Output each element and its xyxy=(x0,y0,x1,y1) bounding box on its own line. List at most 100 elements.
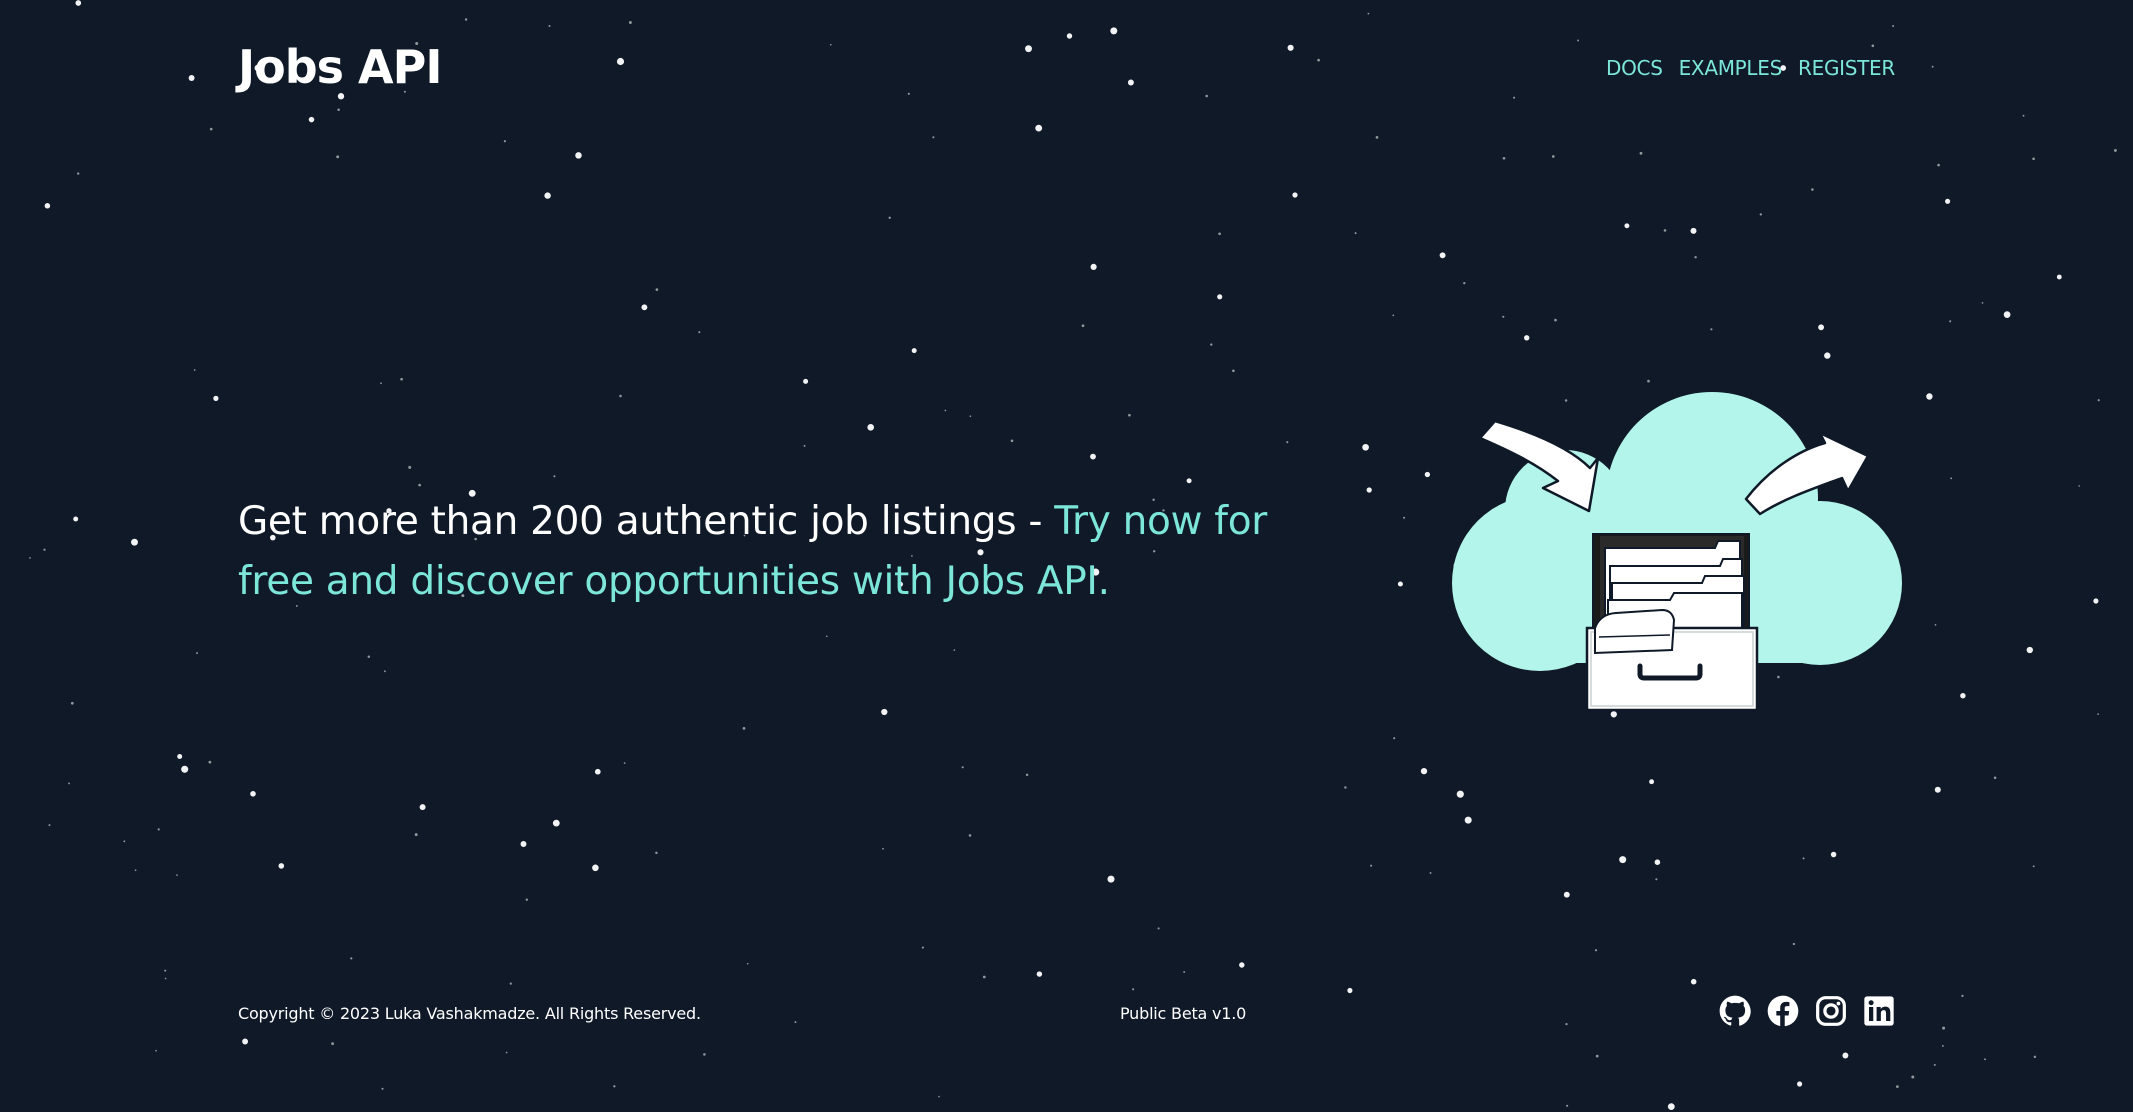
star xyxy=(1931,65,1934,68)
linkedin-link[interactable] xyxy=(1863,995,1895,1027)
star xyxy=(1344,786,1347,789)
star xyxy=(953,649,956,651)
star xyxy=(1286,441,1289,444)
star xyxy=(503,140,506,143)
star xyxy=(188,75,195,81)
star xyxy=(803,378,809,384)
star xyxy=(742,727,746,730)
star xyxy=(414,833,418,837)
star xyxy=(176,874,178,876)
facebook-link[interactable] xyxy=(1767,995,1799,1027)
star xyxy=(1128,413,1131,417)
star xyxy=(1183,970,1186,973)
star xyxy=(1392,314,1395,317)
star xyxy=(1792,942,1796,946)
star xyxy=(881,708,888,716)
star xyxy=(921,946,924,949)
star xyxy=(1157,927,1160,930)
star xyxy=(1010,439,1014,443)
star xyxy=(1818,324,1825,331)
star xyxy=(1107,875,1115,883)
star xyxy=(1205,94,1208,98)
star xyxy=(1984,1058,1986,1061)
star xyxy=(73,516,79,522)
github-link[interactable] xyxy=(1719,995,1751,1027)
star xyxy=(2026,646,2033,654)
star xyxy=(544,192,551,199)
star xyxy=(1502,156,1506,160)
star xyxy=(1566,1104,1569,1107)
star xyxy=(1218,232,1221,236)
nav-docs-link[interactable]: DOCS xyxy=(1606,56,1663,80)
star xyxy=(1797,1081,1803,1087)
star xyxy=(888,216,891,219)
star xyxy=(1354,232,1357,235)
star xyxy=(969,415,972,418)
star xyxy=(1035,124,1043,132)
star xyxy=(1595,1054,1599,1058)
star xyxy=(703,1053,706,1056)
star xyxy=(594,768,601,775)
star xyxy=(592,864,599,872)
star xyxy=(655,851,658,855)
star xyxy=(77,172,80,175)
star xyxy=(1420,767,1428,775)
star xyxy=(2097,713,2099,715)
star xyxy=(520,841,527,847)
star xyxy=(525,898,528,901)
star xyxy=(1694,256,1697,259)
star xyxy=(1370,864,1373,867)
star xyxy=(968,834,972,837)
star xyxy=(1941,1044,1944,1047)
star xyxy=(1551,155,1555,158)
star xyxy=(1502,315,1505,318)
star xyxy=(1563,891,1570,898)
star xyxy=(1397,581,1403,587)
linkedin-icon xyxy=(1864,996,1894,1026)
star xyxy=(208,760,212,764)
star xyxy=(1811,188,1814,191)
star xyxy=(464,18,468,21)
star xyxy=(1347,987,1353,994)
star xyxy=(1960,693,1966,699)
star xyxy=(944,409,947,412)
file-cabinet-icon xyxy=(1585,533,1759,712)
star xyxy=(1317,58,1320,62)
star xyxy=(1463,281,1466,285)
nav-register-link[interactable]: REGISTER xyxy=(1798,56,1895,80)
instagram-link[interactable] xyxy=(1815,995,1847,1027)
star xyxy=(1667,1103,1675,1111)
star xyxy=(655,288,659,291)
star xyxy=(2093,598,2099,604)
star xyxy=(829,43,832,46)
star xyxy=(1513,96,1516,99)
star xyxy=(68,782,70,785)
star xyxy=(1375,136,1379,139)
star xyxy=(1362,443,1369,451)
cloud-file-cabinet-illustration xyxy=(1452,392,1902,712)
star xyxy=(1217,294,1223,300)
star xyxy=(419,804,426,811)
star xyxy=(1942,1026,1946,1030)
star xyxy=(1934,624,1937,626)
star xyxy=(48,824,51,827)
star xyxy=(505,1051,508,1054)
star xyxy=(2056,274,2062,280)
star xyxy=(408,465,412,469)
page: Jobs API DOCS EXAMPLES REGISTER Get more… xyxy=(0,0,2133,1112)
star xyxy=(1090,453,1096,460)
star xyxy=(193,369,196,371)
star xyxy=(1933,1063,1936,1066)
star xyxy=(1759,213,1763,216)
star xyxy=(164,969,167,972)
star xyxy=(1830,851,1837,858)
star xyxy=(2032,157,2035,161)
star xyxy=(242,1038,249,1045)
star xyxy=(1090,263,1097,270)
nav-examples-link[interactable]: EXAMPLES xyxy=(1679,56,1783,80)
star xyxy=(1663,229,1667,232)
star xyxy=(575,152,582,159)
star xyxy=(381,1087,384,1090)
star xyxy=(1896,1085,1899,1088)
logo[interactable]: Jobs API xyxy=(238,40,442,94)
